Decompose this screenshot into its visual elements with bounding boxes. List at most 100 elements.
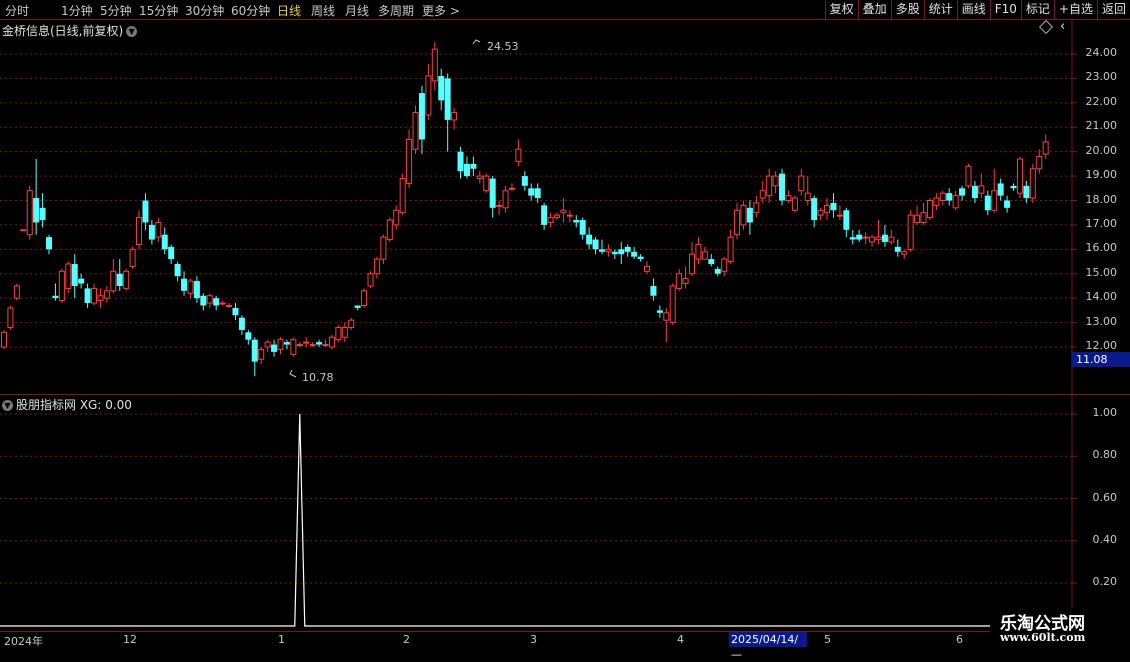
candle-body-down: [541, 205, 548, 225]
candle-body-down: [181, 278, 188, 291]
candle-body-up: [920, 212, 927, 223]
candle-body-down: [631, 251, 638, 257]
candle-body-up: [566, 214, 573, 217]
candle-body-up: [328, 336, 335, 348]
candle-body-up: [91, 287, 98, 304]
candle-body-up: [875, 236, 882, 241]
price-axis-label: 14.00: [1085, 290, 1118, 304]
candle-body-up: [939, 192, 946, 202]
candle-body-down: [84, 288, 91, 304]
candle-body-down: [116, 273, 123, 286]
candle-body-down: [489, 178, 496, 208]
candle-body-down: [971, 185, 978, 199]
candle-body-up: [110, 270, 117, 292]
indicator-axis-label: 0.40: [1092, 532, 1118, 546]
candle-body-up: [7, 307, 14, 328]
candle-body-down: [470, 163, 477, 169]
candle-body-up: [322, 344, 329, 347]
candle-body-down: [650, 285, 657, 296]
candle-body-down: [238, 317, 245, 330]
candle-body-up: [496, 204, 503, 207]
candle-body-down: [811, 198, 818, 221]
price-axis-label: 18.00: [1085, 192, 1118, 206]
candle-body-up: [727, 236, 734, 263]
kline-chart[interactable]: 24.53 10.78: [0, 0, 1130, 650]
candle-body-down: [46, 237, 53, 250]
candlestick-series: [1, 41, 1049, 377]
candle-body-up: [348, 319, 355, 328]
candle-body-up: [367, 273, 374, 287]
candle-body-up: [277, 339, 284, 350]
candle-body-down: [200, 295, 207, 306]
chevron-down-icon[interactable]: ▼: [2, 400, 13, 411]
candle-body-up: [926, 200, 933, 219]
candle-body-down: [354, 305, 361, 308]
candle-body-down: [528, 188, 535, 196]
candle-body-down: [174, 263, 181, 277]
candle-body-up: [226, 304, 233, 307]
candle-body-up: [502, 190, 509, 209]
indicator-series: [0, 413, 1072, 627]
candle-body-up: [65, 263, 72, 289]
candle-body-up: [952, 195, 959, 209]
candle-body-up: [483, 175, 490, 192]
indicator-axis-label: 0.60: [1092, 490, 1118, 504]
candle-body-down: [438, 75, 445, 101]
candle-body-up: [386, 219, 393, 241]
candle-body-down: [1010, 185, 1017, 189]
candle-body-down: [830, 202, 837, 211]
candle-body-up: [335, 326, 342, 341]
candle-body-up: [766, 175, 773, 197]
high-marker: [472, 39, 481, 45]
candle-body-down: [618, 249, 625, 255]
candle-body-up: [560, 209, 567, 214]
candle-body-up: [644, 265, 650, 272]
candle-body-down: [251, 339, 258, 362]
chevron-down-icon[interactable]: ▼: [126, 26, 138, 37]
date-label: 4: [677, 633, 684, 646]
low-marker: [289, 369, 297, 378]
candle-body-up: [406, 138, 413, 184]
candle-body-up: [425, 75, 432, 116]
candle-body-up: [361, 290, 368, 306]
indicator-axis-label: 0.20: [1092, 575, 1118, 588]
candle-body-down: [444, 78, 451, 120]
price-axis-label: 24.00: [1085, 46, 1118, 59]
candle-body-up: [772, 175, 779, 187]
candle-body-up: [20, 229, 27, 232]
candle-body-up: [824, 204, 831, 214]
price-axis-label: 23.00: [1085, 70, 1118, 84]
candle-body-down: [984, 195, 991, 211]
candle-body-down: [521, 176, 528, 186]
candle-body-up: [373, 258, 380, 275]
price-axis-label: 19.00: [1085, 168, 1118, 182]
date-label: 12: [123, 633, 137, 646]
price-axis-label: 12.00: [1085, 339, 1118, 352]
candle-body-up: [476, 175, 483, 180]
scroll-left-icon[interactable]: ‹: [1060, 19, 1065, 34]
candle-body-down: [656, 310, 663, 313]
candle-body-down: [708, 259, 715, 264]
candle-body-up: [862, 236, 869, 239]
candle-body-down: [779, 173, 786, 201]
candle-body-up: [296, 344, 303, 347]
candle-body-up: [431, 48, 438, 82]
xg-line: [0, 413, 1072, 627]
price-axis-label: 17.00: [1085, 216, 1118, 230]
candle-body-down: [959, 188, 966, 196]
date-label: 3: [530, 633, 537, 646]
candle-body-down: [39, 207, 46, 221]
candle-body-up: [258, 348, 265, 360]
crosshair-date: 2025/04/14/—: [729, 632, 807, 661]
candle-body-down: [579, 220, 586, 235]
price-axis-label: 15.00: [1085, 265, 1118, 279]
date-label: 1: [278, 633, 285, 646]
candle-body-down: [148, 224, 155, 240]
candle-body-up: [129, 248, 136, 267]
candle-body-up: [1016, 158, 1023, 194]
candle-body-down: [193, 281, 200, 299]
price-axis-label: 20.00: [1085, 143, 1118, 157]
candle-body-up: [734, 209, 741, 236]
candle-body-up: [123, 270, 130, 289]
price-axis-label: 21.00: [1085, 119, 1118, 133]
